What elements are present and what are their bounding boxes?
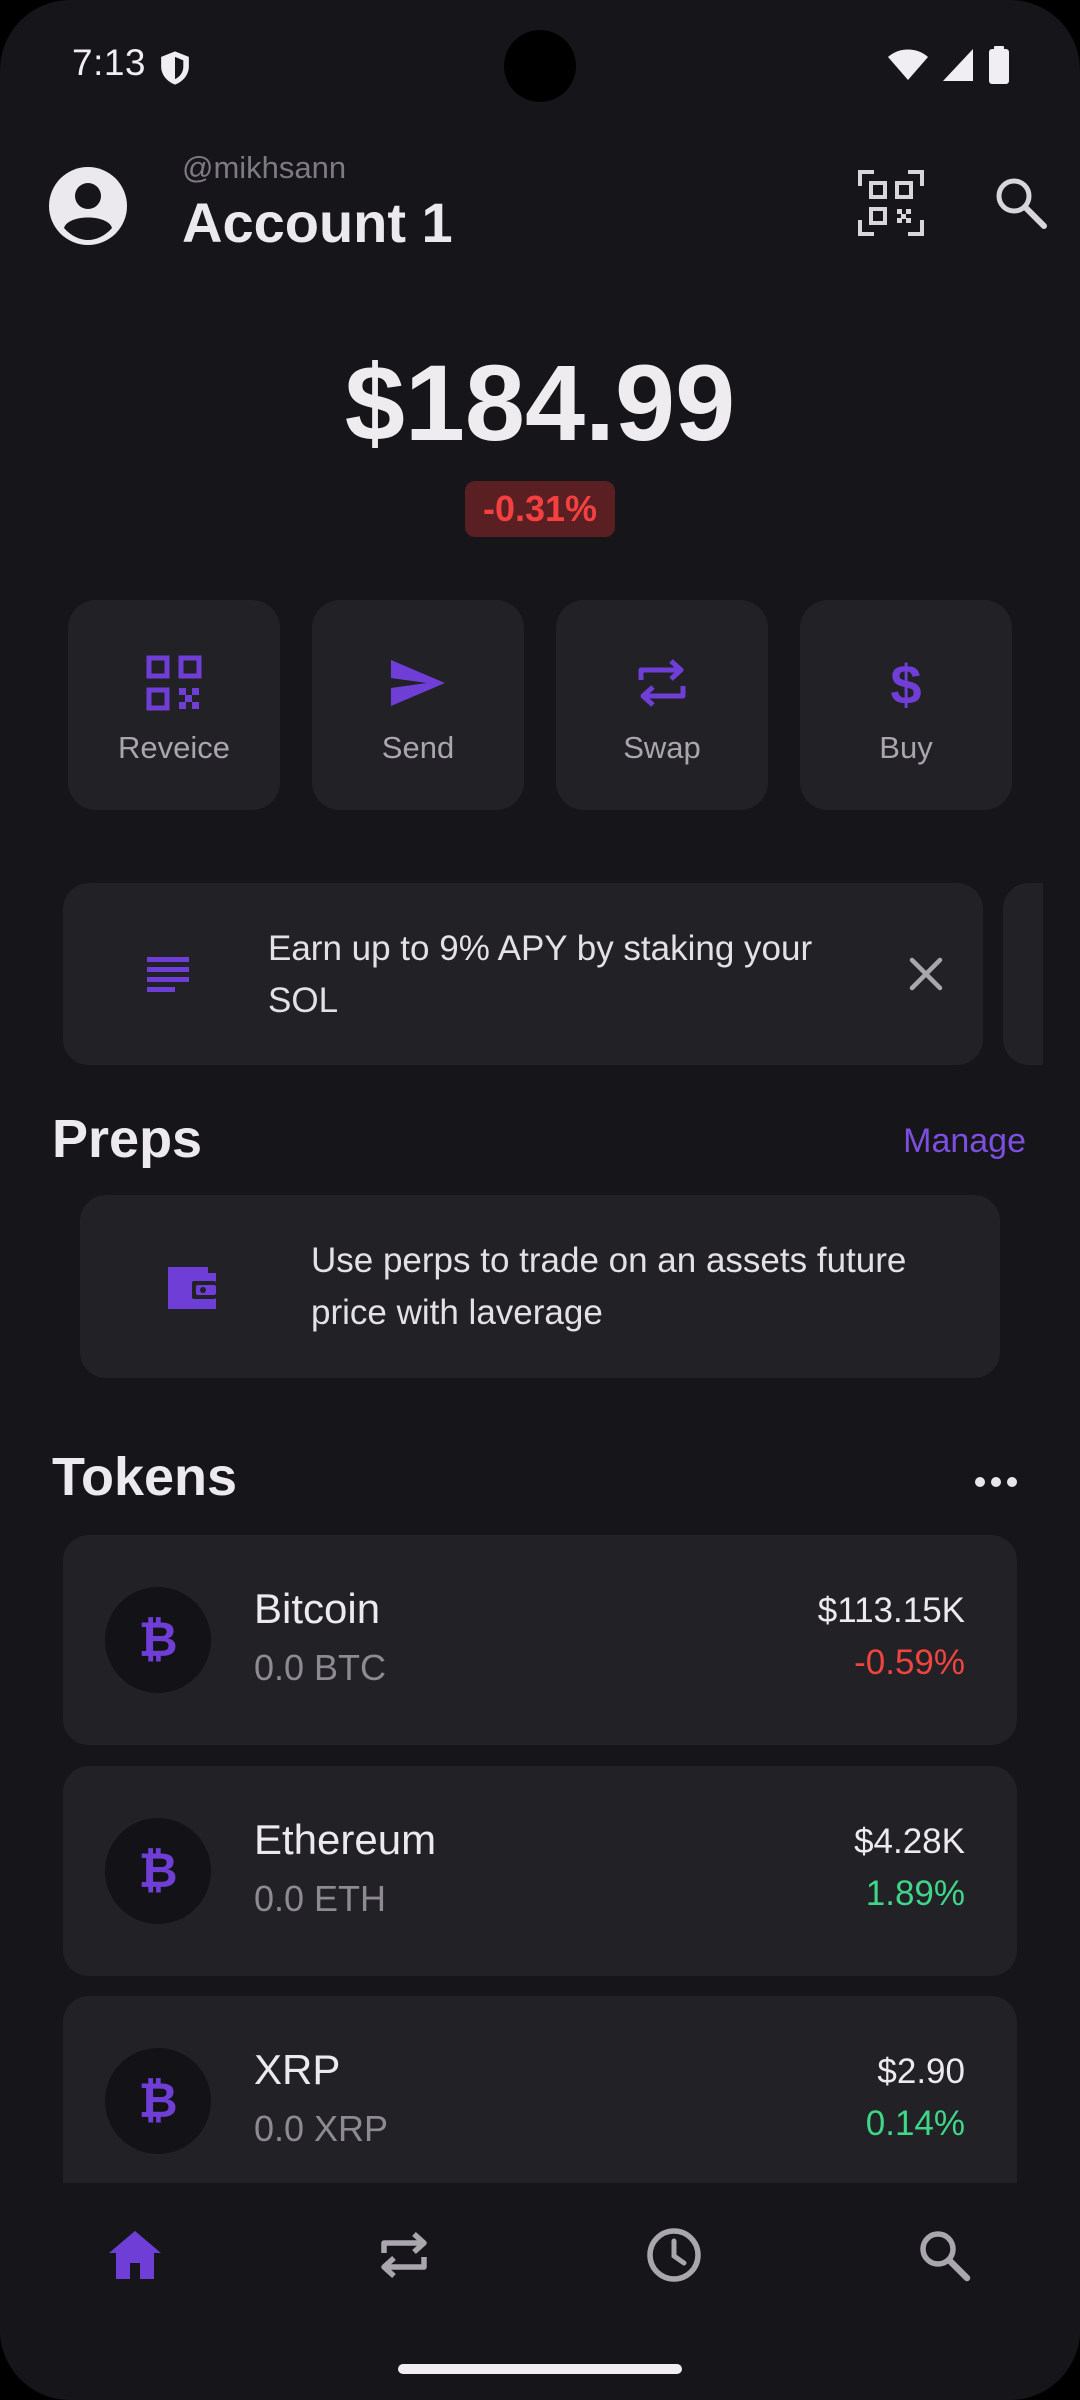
send-button[interactable]: Send xyxy=(312,600,524,810)
history-icon[interactable] xyxy=(642,2223,706,2287)
status-time: 7:13 xyxy=(72,42,147,83)
token-row[interactable]: ₿ XRP 0.0 XRP $2.90 0.14% xyxy=(63,1996,1017,2206)
token-name: Ethereum xyxy=(254,1816,437,1863)
camera-cutout xyxy=(504,30,576,102)
total-balance: $184.99 xyxy=(344,342,736,463)
svg-text:₿: ₿ xyxy=(138,1612,177,1668)
perps-section-title: Preps xyxy=(52,1109,203,1169)
token-name: Bitcoin xyxy=(254,1585,381,1632)
staking-promo-card[interactable]: Earn up to 9% APY by staking your SOL xyxy=(63,883,983,1065)
token-avatar: ₿ xyxy=(105,2048,211,2154)
qr-grid-icon xyxy=(146,655,202,711)
wifi-icon xyxy=(888,49,928,80)
token-avatar: ₿ xyxy=(105,1587,211,1693)
swap-icon xyxy=(638,659,686,707)
search-icon[interactable] xyxy=(912,2223,976,2287)
receive-button[interactable]: Reveice xyxy=(68,600,280,810)
wallet-icon xyxy=(168,1267,216,1309)
perps-description: Use perps to trade on an assets future p… xyxy=(311,1241,907,1332)
notes-icon xyxy=(147,957,189,992)
next-promo-card-peek[interactable] xyxy=(1003,883,1043,1065)
swap-button[interactable]: Swap xyxy=(556,600,768,810)
token-amount: 0.0 ETH xyxy=(254,1878,387,1919)
cellular-signal-icon xyxy=(943,49,973,81)
manage-link[interactable]: Manage xyxy=(903,1122,1026,1161)
quick-actions: Reveice Send Swap $ Buy xyxy=(68,600,1012,810)
token-amount: 0.0 BTC xyxy=(254,1647,387,1688)
swap-icon[interactable] xyxy=(372,2223,436,2287)
more-options-icon[interactable] xyxy=(970,1462,1022,1502)
svg-text:₿: ₿ xyxy=(138,1843,177,1899)
send-icon xyxy=(391,660,445,706)
tokens-section-title: Tokens xyxy=(52,1447,238,1507)
qr-scan-icon[interactable] xyxy=(858,170,924,236)
bitcoin-icon: ₿ xyxy=(138,1843,177,1899)
account-header: @mikhsann Account 1 xyxy=(0,150,1080,280)
token-amount: 0.0 XRP xyxy=(254,2108,389,2149)
token-change: -0.59% xyxy=(854,1643,965,1682)
send-label: Send xyxy=(381,730,455,765)
token-name: XRP xyxy=(254,2046,341,2093)
bitcoin-icon: ₿ xyxy=(138,1612,177,1668)
svg-text:₿: ₿ xyxy=(138,2073,177,2129)
token-avatar: ₿ xyxy=(105,1818,211,1924)
buy-button[interactable]: $ Buy xyxy=(800,600,1012,810)
token-change: 1.89% xyxy=(865,1874,965,1913)
token-price: $113.15K xyxy=(817,1591,965,1630)
bitcoin-icon: ₿ xyxy=(138,2073,177,2129)
dollar-icon: $ xyxy=(890,653,921,714)
account-handle: @mikhsann xyxy=(182,150,347,185)
status-bar: 7:13 xyxy=(0,0,1080,130)
home-icon[interactable] xyxy=(103,2223,167,2287)
avatar-icon[interactable] xyxy=(48,166,128,246)
home-screen: 7:13 @mikhsann Account 1 $184.99 -0.31% … xyxy=(0,0,1080,2400)
battery-icon xyxy=(989,46,1009,84)
receive-label: Reveice xyxy=(118,730,230,765)
shield-icon xyxy=(161,51,189,85)
token-row[interactable]: ₿ Bitcoin 0.0 BTC $113.15K -0.59% xyxy=(63,1535,1017,1745)
svg-text:$: $ xyxy=(890,653,921,714)
home-indicator[interactable] xyxy=(398,2364,682,2374)
token-row[interactable]: ₿ Ethereum 0.0 ETH $4.28K 1.89% xyxy=(63,1766,1017,1976)
close-icon[interactable] xyxy=(901,949,951,999)
token-change: 0.14% xyxy=(865,2104,965,2143)
account-name[interactable]: Account 1 xyxy=(182,190,453,255)
promo-text: Earn up to 9% APY by staking your SOL xyxy=(268,929,813,1020)
search-icon[interactable] xyxy=(990,172,1050,232)
buy-label: Buy xyxy=(879,730,933,765)
swap-label: Swap xyxy=(623,730,701,765)
token-price: $4.28K xyxy=(854,1822,965,1861)
status-icons xyxy=(888,46,1010,84)
token-price: $2.90 xyxy=(877,2052,965,2091)
perps-info-card[interactable]: Use perps to trade on an assets future p… xyxy=(80,1195,1000,1378)
balance-change-badge: -0.31% xyxy=(465,481,615,537)
